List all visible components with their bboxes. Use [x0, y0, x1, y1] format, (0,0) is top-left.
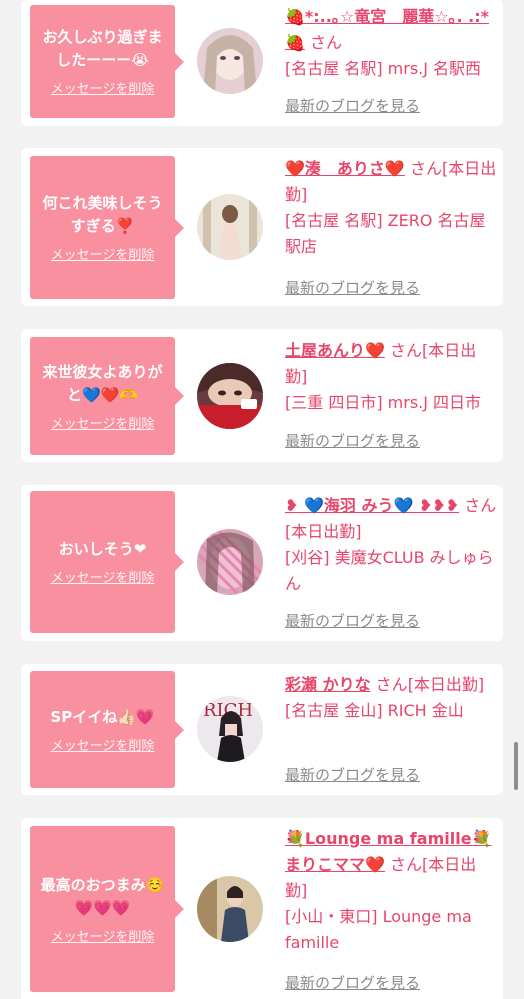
work-status: [本日出勤]: [407, 675, 485, 694]
cast-name-link[interactable]: ❥ 💙海羽 みう💙 ❥❥❥: [285, 496, 459, 515]
message-text: おいしそう❤: [58, 540, 147, 558]
honorific: さん: [375, 675, 408, 694]
delete-message-link[interactable]: メッセージを削除: [51, 735, 155, 754]
delete-message-link[interactable]: メッセージを削除: [51, 78, 155, 97]
avatar[interactable]: RICH: [197, 696, 263, 762]
honorific: さん: [409, 159, 442, 178]
delete-message-link[interactable]: メッセージを削除: [51, 567, 155, 586]
honorific: さん: [310, 33, 343, 52]
message-text: 来世彼女よありがと💙❤️🫶: [42, 362, 163, 404]
blog-entry-card: お久しぶり過ぎましたーーー😭 メッセージを削除 🍓*:..｡☆竜宮 麗華☆｡. …: [21, 0, 503, 126]
honorific: さん: [390, 341, 423, 360]
message-text: SPイイね👍🏻💗: [50, 707, 155, 726]
blog-entry-card: 何これ美味しそうすぎる❣️ メッセージを削除 ❤️湊 ありさ❤️ さん[本日出勤…: [21, 148, 503, 306]
message-bubble: 最高のおつまみ☺️💗💗💗 メッセージを削除: [30, 826, 184, 992]
cast-name-link[interactable]: ❤️湊 ありさ❤️: [285, 159, 405, 178]
message-bubble: 来世彼女よありがと💙❤️🫶 メッセージを削除: [30, 337, 184, 455]
avatar[interactable]: [197, 363, 263, 429]
cast-name-link[interactable]: 土屋あんり❤️: [285, 341, 385, 360]
latest-blog-link[interactable]: 最新のブログを見る: [285, 277, 420, 298]
shop-info: [三重 四日市] mrs.J 四日市: [285, 393, 482, 412]
honorific: さん: [464, 496, 497, 515]
avatar[interactable]: [197, 194, 263, 260]
blog-entry-card: 最高のおつまみ☺️💗💗💗 メッセージを削除 💐Lounge ma famille…: [21, 818, 503, 999]
honorific: さん: [390, 855, 423, 874]
message-text: 何これ美味しそうすぎる❣️: [42, 194, 163, 235]
message-text: 最高のおつまみ☺️💗💗💗: [40, 875, 165, 917]
avatar[interactable]: [197, 876, 263, 942]
message-bubble: SPイイね👍🏻💗 メッセージを削除: [30, 671, 184, 788]
entry-info: 土屋あんり❤️ さん[本日出勤] [三重 四日市] mrs.J 四日市: [285, 338, 497, 416]
shop-info: [名古屋 名駅] ZERO 名古屋駅店: [285, 211, 486, 256]
message-bubble: お久しぶり過ぎましたーーー😭 メッセージを削除: [30, 5, 184, 118]
cast-name-link[interactable]: 彩瀬 かりな: [285, 675, 371, 694]
shop-info: [名古屋 金山] RICH 金山: [285, 701, 464, 720]
avatar[interactable]: [197, 529, 263, 595]
message-bubble: おいしそう❤ メッセージを削除: [30, 491, 184, 633]
entry-info: ❤️湊 ありさ❤️ さん[本日出勤] [名古屋 名駅] ZERO 名古屋駅店: [285, 156, 497, 260]
latest-blog-link[interactable]: 最新のブログを見る: [285, 764, 420, 785]
latest-blog-link[interactable]: 最新のブログを見る: [285, 610, 420, 631]
entry-info: 🍓*:..｡☆竜宮 麗華☆｡. .:*🍓 さん [名古屋 名駅] mrs.J 名…: [285, 4, 497, 82]
delete-message-link[interactable]: メッセージを削除: [51, 244, 155, 263]
latest-blog-link[interactable]: 最新のブログを見る: [285, 430, 420, 451]
shop-info: [刈谷] 美魔女CLUB みしゅらん: [285, 548, 494, 593]
delete-message-link[interactable]: メッセージを削除: [51, 926, 155, 945]
entry-info: 💐Lounge ma famille💐まりこママ❤️ さん[本日出勤] [小山・…: [285, 826, 497, 956]
avatar[interactable]: [197, 28, 263, 94]
message-text: お久しぶり過ぎましたーーー😭: [42, 28, 163, 69]
delete-message-link[interactable]: メッセージを削除: [51, 413, 155, 432]
latest-blog-link[interactable]: 最新のブログを見る: [285, 95, 420, 116]
entry-info: ❥ 💙海羽 みう💙 ❥❥❥ さん [本日出勤] [刈谷] 美魔女CLUB みしゅら…: [285, 493, 497, 597]
shop-info: [名古屋 名駅] mrs.J 名駅西: [285, 59, 482, 78]
scrollbar[interactable]: [514, 742, 518, 790]
shop-info: [小山・東口] Lounge ma famille: [285, 907, 472, 952]
entry-info: 彩瀬 かりな さん[本日出勤] [名古屋 金山] RICH 金山: [285, 672, 497, 724]
message-bubble: 何これ美味しそうすぎる❣️ メッセージを削除: [30, 156, 184, 299]
blog-entry-card: SPイイね👍🏻💗 メッセージを削除 RICH 彩瀬 かりな さん[本日出勤] […: [21, 664, 503, 795]
blog-entry-card: おいしそう❤ メッセージを削除 ❥ 💙海羽 みう💙 ❥❥❥ さん [本日出勤] […: [21, 485, 503, 641]
blog-entry-card: 来世彼女よありがと💙❤️🫶 メッセージを削除 土屋あんり❤️ さん[本日出勤] …: [21, 329, 503, 462]
work-status: [本日出勤]: [285, 522, 362, 541]
latest-blog-link[interactable]: 最新のブログを見る: [285, 972, 420, 993]
